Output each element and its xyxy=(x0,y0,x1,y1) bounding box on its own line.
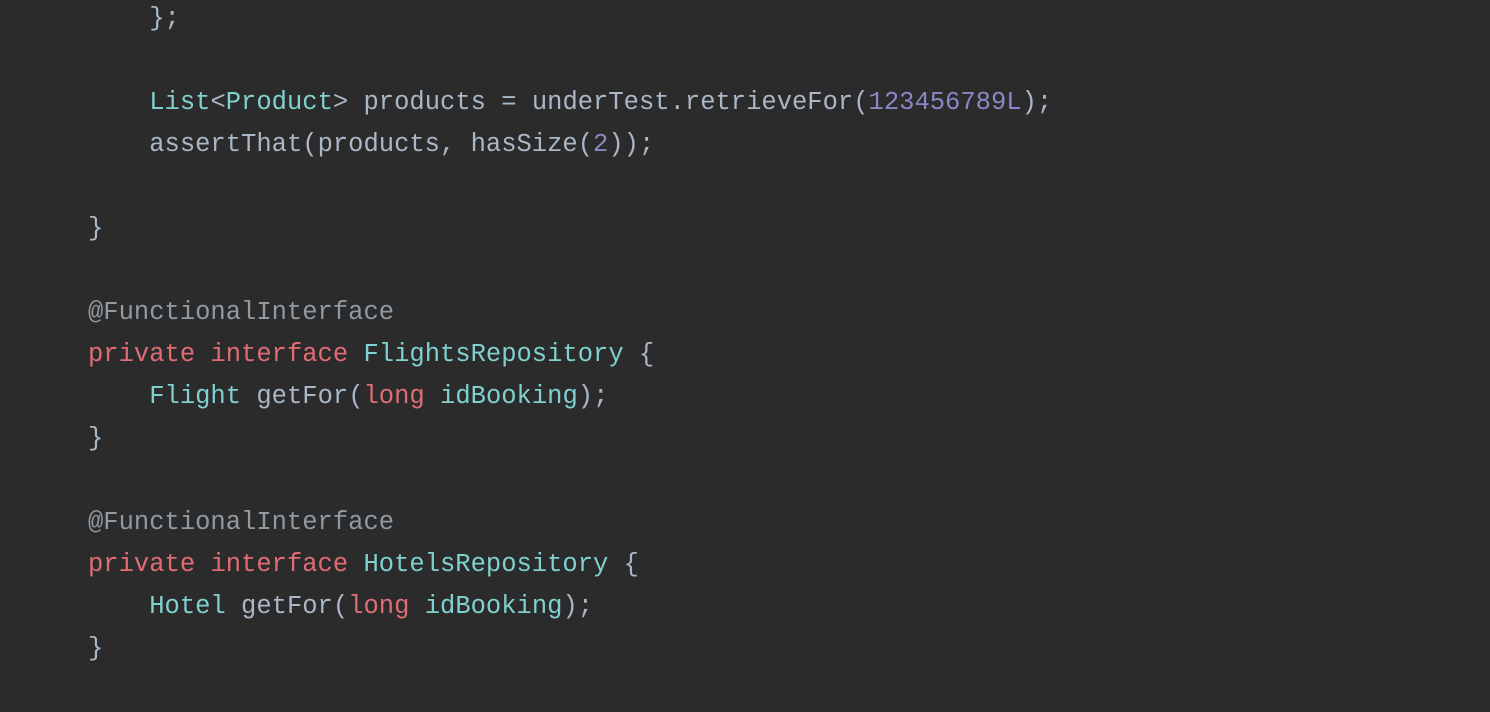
code-token: 2 xyxy=(593,130,608,159)
code-token: Hotel xyxy=(149,592,226,621)
code-token: ; xyxy=(593,382,608,411)
code-token xyxy=(226,592,241,621)
code-token: , xyxy=(440,130,471,159)
code-token: products xyxy=(364,88,486,117)
code-token: @FunctionalInterface xyxy=(88,508,394,537)
code-token: retrieveFor xyxy=(685,88,853,117)
code-token: ( xyxy=(302,130,317,159)
code-token: private xyxy=(88,340,195,369)
code-token: interface xyxy=(210,550,348,579)
code-token: HotelsRepository xyxy=(363,550,608,579)
code-token: ) xyxy=(624,130,639,159)
code-token xyxy=(624,340,639,369)
code-token: private xyxy=(88,550,195,579)
code-token: ) xyxy=(578,382,593,411)
code-token xyxy=(348,88,363,117)
code-token: ( xyxy=(578,130,593,159)
code-token: ; xyxy=(639,130,654,159)
code-token: ; xyxy=(1037,88,1052,117)
code-token: List xyxy=(149,88,210,117)
code-token xyxy=(409,592,424,621)
code-token xyxy=(348,340,363,369)
code-token: hasSize xyxy=(471,130,578,159)
code-token: @FunctionalInterface xyxy=(88,298,394,327)
code-token: = xyxy=(486,88,532,117)
code-token: ( xyxy=(853,88,868,117)
code-token xyxy=(348,550,363,579)
code-token: ) xyxy=(608,130,623,159)
code-token: getFor xyxy=(241,592,333,621)
code-token: ( xyxy=(348,382,363,411)
code-token: ) xyxy=(1022,88,1037,117)
code-token xyxy=(241,382,256,411)
code-token: }; xyxy=(149,4,180,33)
code-token xyxy=(425,382,440,411)
code-token: Product xyxy=(226,88,333,117)
code-block: }; List<Product> products = underTest.re… xyxy=(88,0,1490,670)
code-token: products xyxy=(318,130,440,159)
code-token: } xyxy=(88,634,103,663)
code-token: } xyxy=(88,214,103,243)
code-token: interface xyxy=(210,340,348,369)
code-token: } xyxy=(88,424,103,453)
code-token: getFor xyxy=(256,382,348,411)
code-token: { xyxy=(639,340,654,369)
code-token: long xyxy=(348,592,409,621)
code-token: underTest xyxy=(532,88,670,117)
code-token: ) xyxy=(562,592,577,621)
code-token xyxy=(608,550,623,579)
code-token: 123456789L xyxy=(869,88,1022,117)
code-token: assertThat xyxy=(149,130,302,159)
code-token: Flight xyxy=(149,382,241,411)
code-token: . xyxy=(670,88,685,117)
code-token: idBooking xyxy=(425,592,563,621)
code-token: long xyxy=(364,382,425,411)
code-token: > xyxy=(333,88,348,117)
code-token xyxy=(195,340,210,369)
code-token: FlightsRepository xyxy=(363,340,623,369)
code-token xyxy=(195,550,210,579)
code-token: < xyxy=(210,88,225,117)
code-token: ( xyxy=(333,592,348,621)
code-token: idBooking xyxy=(440,382,578,411)
code-token: ; xyxy=(578,592,593,621)
code-token: { xyxy=(624,550,639,579)
